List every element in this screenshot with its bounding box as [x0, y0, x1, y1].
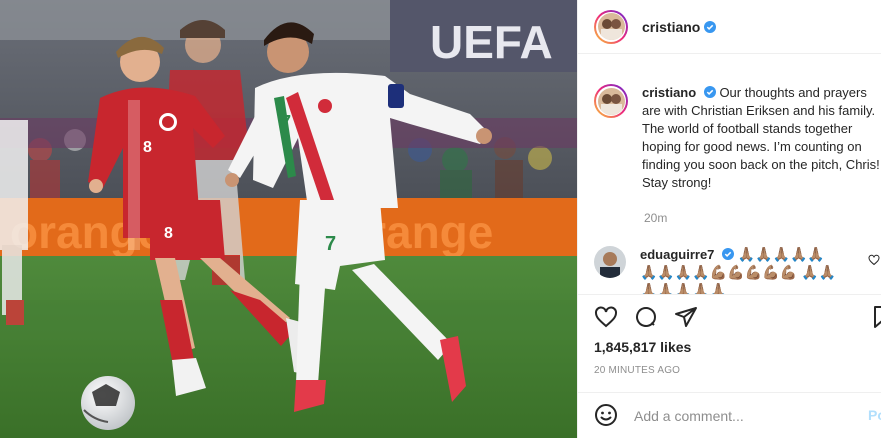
comment-avatar[interactable] [594, 246, 626, 278]
comment-like-heart-icon[interactable] [868, 254, 880, 266]
like-count[interactable]: 1,845,817 likes [594, 339, 691, 355]
caption-text-block: cristiano Our thoughts and prayers are w… [642, 84, 881, 192]
post-detail-panel: cristiano cristiano Our thoughts and pra… [577, 0, 881, 438]
verified-badge-icon [704, 20, 717, 33]
post-timestamp[interactable]: 20 MINUTES AGO [594, 365, 680, 376]
left-player-number: 8 [143, 139, 152, 156]
smiley-icon [595, 404, 617, 426]
post-photo[interactable]: UEFA orange orange 8 8 7 7 [0, 0, 577, 438]
caption-avatar[interactable] [597, 87, 625, 115]
comment-text-block: eduaguirre7 🙏🏽🙏🏽🙏🏽🙏🏽🙏🏽 🙏🏽🙏🏽🙏🏽🙏🏽💪🏽💪🏽💪🏽💪🏽💪… [640, 246, 840, 294]
like-button[interactable] [594, 305, 620, 331]
emoji-button[interactable] [594, 403, 620, 429]
right-player-shorts-number: 7 [325, 233, 336, 255]
heart-icon [595, 306, 617, 328]
comment-input[interactable] [634, 405, 854, 427]
avatar[interactable] [597, 13, 625, 40]
left-player-shorts-number: 8 [164, 225, 173, 242]
comment-item: eduaguirre7 🙏🏽🙏🏽🙏🏽🙏🏽🙏🏽 🙏🏽🙏🏽🙏🏽🙏🏽💪🏽💪🏽💪🏽💪🏽💪… [594, 246, 881, 294]
caption-time[interactable]: 20m [644, 211, 667, 225]
comment-username[interactable]: eduaguirre7 [640, 247, 714, 262]
right-player-number: 7 [281, 112, 291, 132]
post-header: cristiano [578, 0, 881, 54]
uefa-banner-text: UEFA [430, 16, 553, 68]
caption: cristiano Our thoughts and prayers are w… [594, 84, 881, 192]
add-comment-bar: Po [578, 392, 881, 438]
post-photo-image: UEFA orange orange 8 8 7 7 [0, 0, 577, 438]
bookmark-icon [874, 306, 881, 328]
comment-button[interactable] [634, 305, 660, 331]
caption-verified-badge-icon [703, 86, 716, 98]
header-username[interactable]: cristiano [642, 19, 700, 35]
caption-story-ring[interactable] [594, 84, 628, 118]
caption-username[interactable]: cristiano [642, 85, 696, 100]
caption-text: Our thoughts and prayers are with Christ… [642, 85, 880, 190]
share-icon [675, 307, 697, 327]
share-button[interactable] [674, 305, 700, 331]
story-ring[interactable] [594, 9, 628, 44]
action-bar [578, 294, 881, 340]
comment-icon [636, 307, 657, 327]
comment-verified-badge-icon [722, 248, 735, 260]
comments-section: cristiano Our thoughts and prayers are w… [578, 54, 881, 294]
save-button[interactable] [870, 305, 881, 331]
post-comment-button[interactable]: Po [868, 407, 881, 423]
